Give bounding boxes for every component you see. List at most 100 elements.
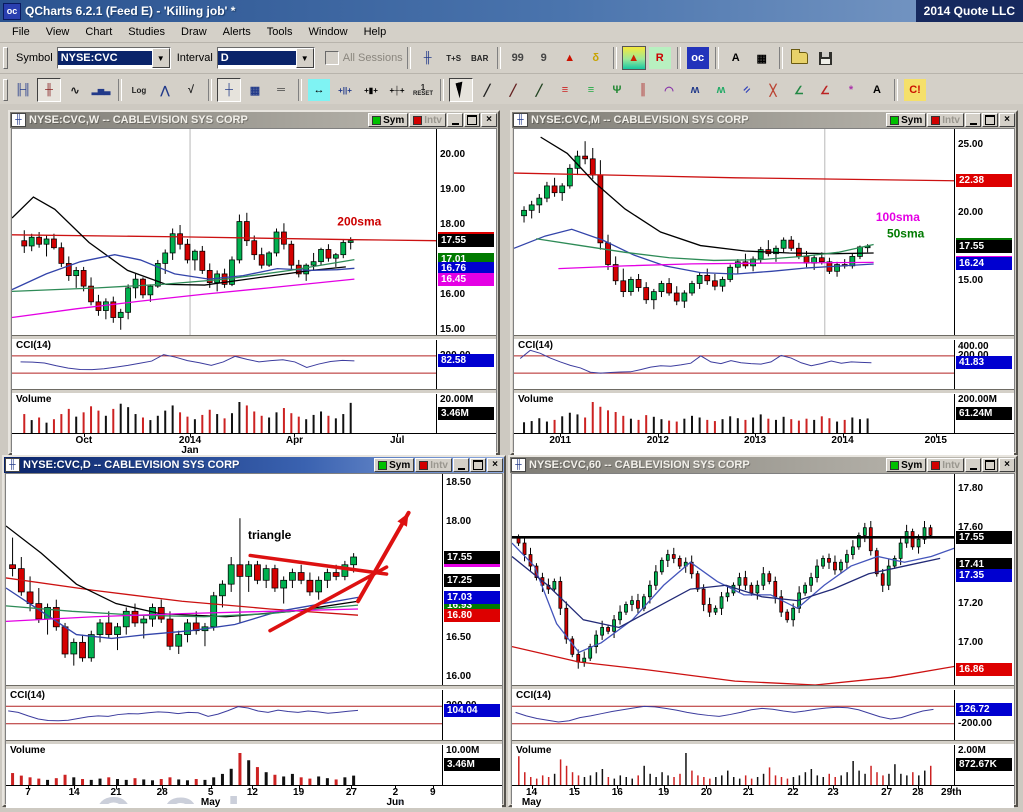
wave-tool-icon[interactable]: ʍ [709,78,733,102]
menu-window[interactable]: Window [300,24,355,40]
intv-link-button[interactable]: Intv [409,113,446,127]
fib-fan-tool-icon[interactable]: ∠ [787,78,811,102]
maximize-button[interactable] [982,458,998,472]
sym-link-button[interactable]: Sym [374,458,415,472]
style-line-icon[interactable]: ∿ [63,78,87,102]
interval-dropdown-icon[interactable]: ▼ [295,48,314,68]
chart-window-titlebar[interactable]: ╫ NYSE:CVC,60 -- CABLEVISION SYS CORP Sy… [510,457,1016,473]
fib-arcs-tool-icon[interactable]: ◠ [657,78,681,102]
close-button[interactable]: × [999,458,1015,472]
open-layout-icon[interactable] [787,46,812,70]
cci-axis[interactable]: 200.0082.58 [436,340,496,389]
cci-pane[interactable]: CCI(14) [6,690,442,740]
cci-pane[interactable]: CCI(14) [12,340,436,389]
hot-lists-icon[interactable]: ▲ [557,46,582,70]
intv-link-button[interactable]: Intv [415,458,452,472]
annotation-text[interactable]: triangle [248,528,292,542]
extended-line-tool-icon[interactable]: ╱ [527,78,551,102]
close-button[interactable]: × [487,458,503,472]
parallel-lines-tool-icon[interactable]: = [735,78,759,102]
menu-draw[interactable]: Draw [173,24,215,40]
style-bars-icon[interactable]: ╟╢ [11,78,35,102]
chart-window-titlebar[interactable]: ╫ NYSE:CVC,W -- CABLEVISION SYS CORP Sym… [10,112,498,128]
menu-help[interactable]: Help [356,24,395,40]
grid-icon[interactable]: ▦ [749,46,774,70]
close-button[interactable]: × [999,113,1015,127]
symbol-value[interactable]: NYSE:CVC [57,51,152,65]
interval-input[interactable]: D ▼ [216,47,315,69]
close-button[interactable]: × [481,113,497,127]
toolbar-grip[interactable] [3,79,8,101]
speed-lines-tool-icon[interactable]: ∠ [813,78,837,102]
sym-link-button[interactable]: Sym [886,458,927,472]
cci-axis[interactable]: -200.00 126.72 [954,690,1014,740]
annotation-text[interactable]: 50sma [887,226,925,240]
expand-bars-icon[interactable]: +▮+ [359,78,383,102]
level2-quotes-icon[interactable]: 99 [505,46,530,70]
bar-chart-icon[interactable]: BAR [467,46,492,70]
price-pane[interactable]: 100sma 50sma [514,129,954,335]
pitchfork-tool-icon[interactable]: Ψ [605,78,629,102]
gann-fan-tool-icon[interactable]: * [839,78,863,102]
minimize-button[interactable] [453,458,469,472]
intv-link-button[interactable]: Intv [927,113,964,127]
annotation-text[interactable]: 200sma [337,215,381,229]
minimize-button[interactable] [965,113,981,127]
crossing-lines-tool-icon[interactable]: ╳ [761,78,785,102]
x-axis[interactable]: 7 14 21 28 5 May 12 19 27 2 Jun 9 [6,785,502,808]
volume-axis[interactable]: 10.00M 3.46M [442,745,502,785]
market-summary-icon[interactable]: ▲ [621,46,646,70]
cci-pane[interactable]: CCI(14) [512,690,954,740]
x-axis[interactable]: 2011 2012 2013 2014 2015 [514,433,1014,456]
quote-chart-icon[interactable]: ╫ [415,46,440,70]
chart-window-titlebar[interactable]: ╫ NYSE:CVC,D -- CABLEVISION SYS CORP Sym… [4,457,504,473]
sqrt-scale-icon[interactable]: √ [179,78,203,102]
menu-tools[interactable]: Tools [259,24,301,40]
data-window-icon[interactable]: ▦ [243,78,267,102]
style-histogram-icon[interactable]: ▂▅▃ [89,78,113,102]
text-annotation-icon[interactable]: A [723,46,748,70]
price-axis[interactable]: 17.80 17.60 17.20 17.00 17.55 17.41 17.35 16.86 [954,474,1014,685]
intv-link-button[interactable]: Intv [927,458,964,472]
sym-link-button[interactable]: Sym [368,113,409,127]
vertical-lines-tool-icon[interactable]: ║ [631,78,655,102]
cci-pane[interactable]: CCI(14) [514,340,954,389]
price-pane[interactable]: 200sma [12,129,436,335]
pointer-tool-icon[interactable] [449,78,473,102]
menu-file[interactable]: File [4,24,38,40]
price-axis[interactable]: 25.0020.0015.0022.3817.6817.5516.3616.24 [954,129,1014,335]
annotation-trendline[interactable] [248,553,389,576]
save-layout-icon[interactable] [813,46,838,70]
volume-axis[interactable]: 200.00M 61.24M [954,394,1014,433]
measure-icon[interactable]: ═ [269,78,293,102]
trendline-tool-icon[interactable]: ╱ [475,78,499,102]
menu-alerts[interactable]: Alerts [215,24,259,40]
single-quote-icon[interactable]: 9 [531,46,556,70]
center-chart-icon[interactable]: +┼+ [385,78,409,102]
annotation-text[interactable]: 100sma [876,210,920,224]
fib-retracement-icon[interactable]: ≡ [553,78,577,102]
qcharts-logo-icon[interactable]: oc [685,46,710,70]
maximize-button[interactable] [464,113,480,127]
volume-axis[interactable]: 20.00M 3.46M [436,394,496,433]
zoom-horizontal-icon[interactable]: ↔ [307,78,331,102]
interval-value[interactable]: D [217,51,296,65]
zigzag-tool-icon[interactable]: ʍ [683,78,707,102]
style-candles-icon[interactable]: ╫ [37,78,61,102]
sym-link-button[interactable]: Sym [886,113,927,127]
price-axis[interactable]: 20.0019.0018.0016.0015.0017.6017.5517.01… [436,129,496,335]
volume-pane[interactable]: Volume [514,394,954,433]
all-sessions-checkbox[interactable] [324,51,339,65]
minimize-button[interactable] [965,458,981,472]
cci-axis[interactable]: 200.00104.04 [442,690,502,740]
price-pane[interactable]: triangle [6,474,442,685]
reset-scale-icon[interactable]: 1 RESET [411,78,435,102]
menu-studies[interactable]: Studies [120,24,173,40]
minimize-button[interactable] [447,113,463,127]
volume-axis[interactable]: 2.00M 872.67K [954,745,1014,785]
log-scale-icon[interactable]: Log [127,78,151,102]
price-axis[interactable]: 18.5018.0016.5016.0017.5017.5517.2516.93… [442,474,502,685]
options-delta-icon[interactable]: δ [583,46,608,70]
ray-tool-icon[interactable]: ╱ [501,78,525,102]
envelope-study-icon[interactable]: ⋀ [153,78,177,102]
